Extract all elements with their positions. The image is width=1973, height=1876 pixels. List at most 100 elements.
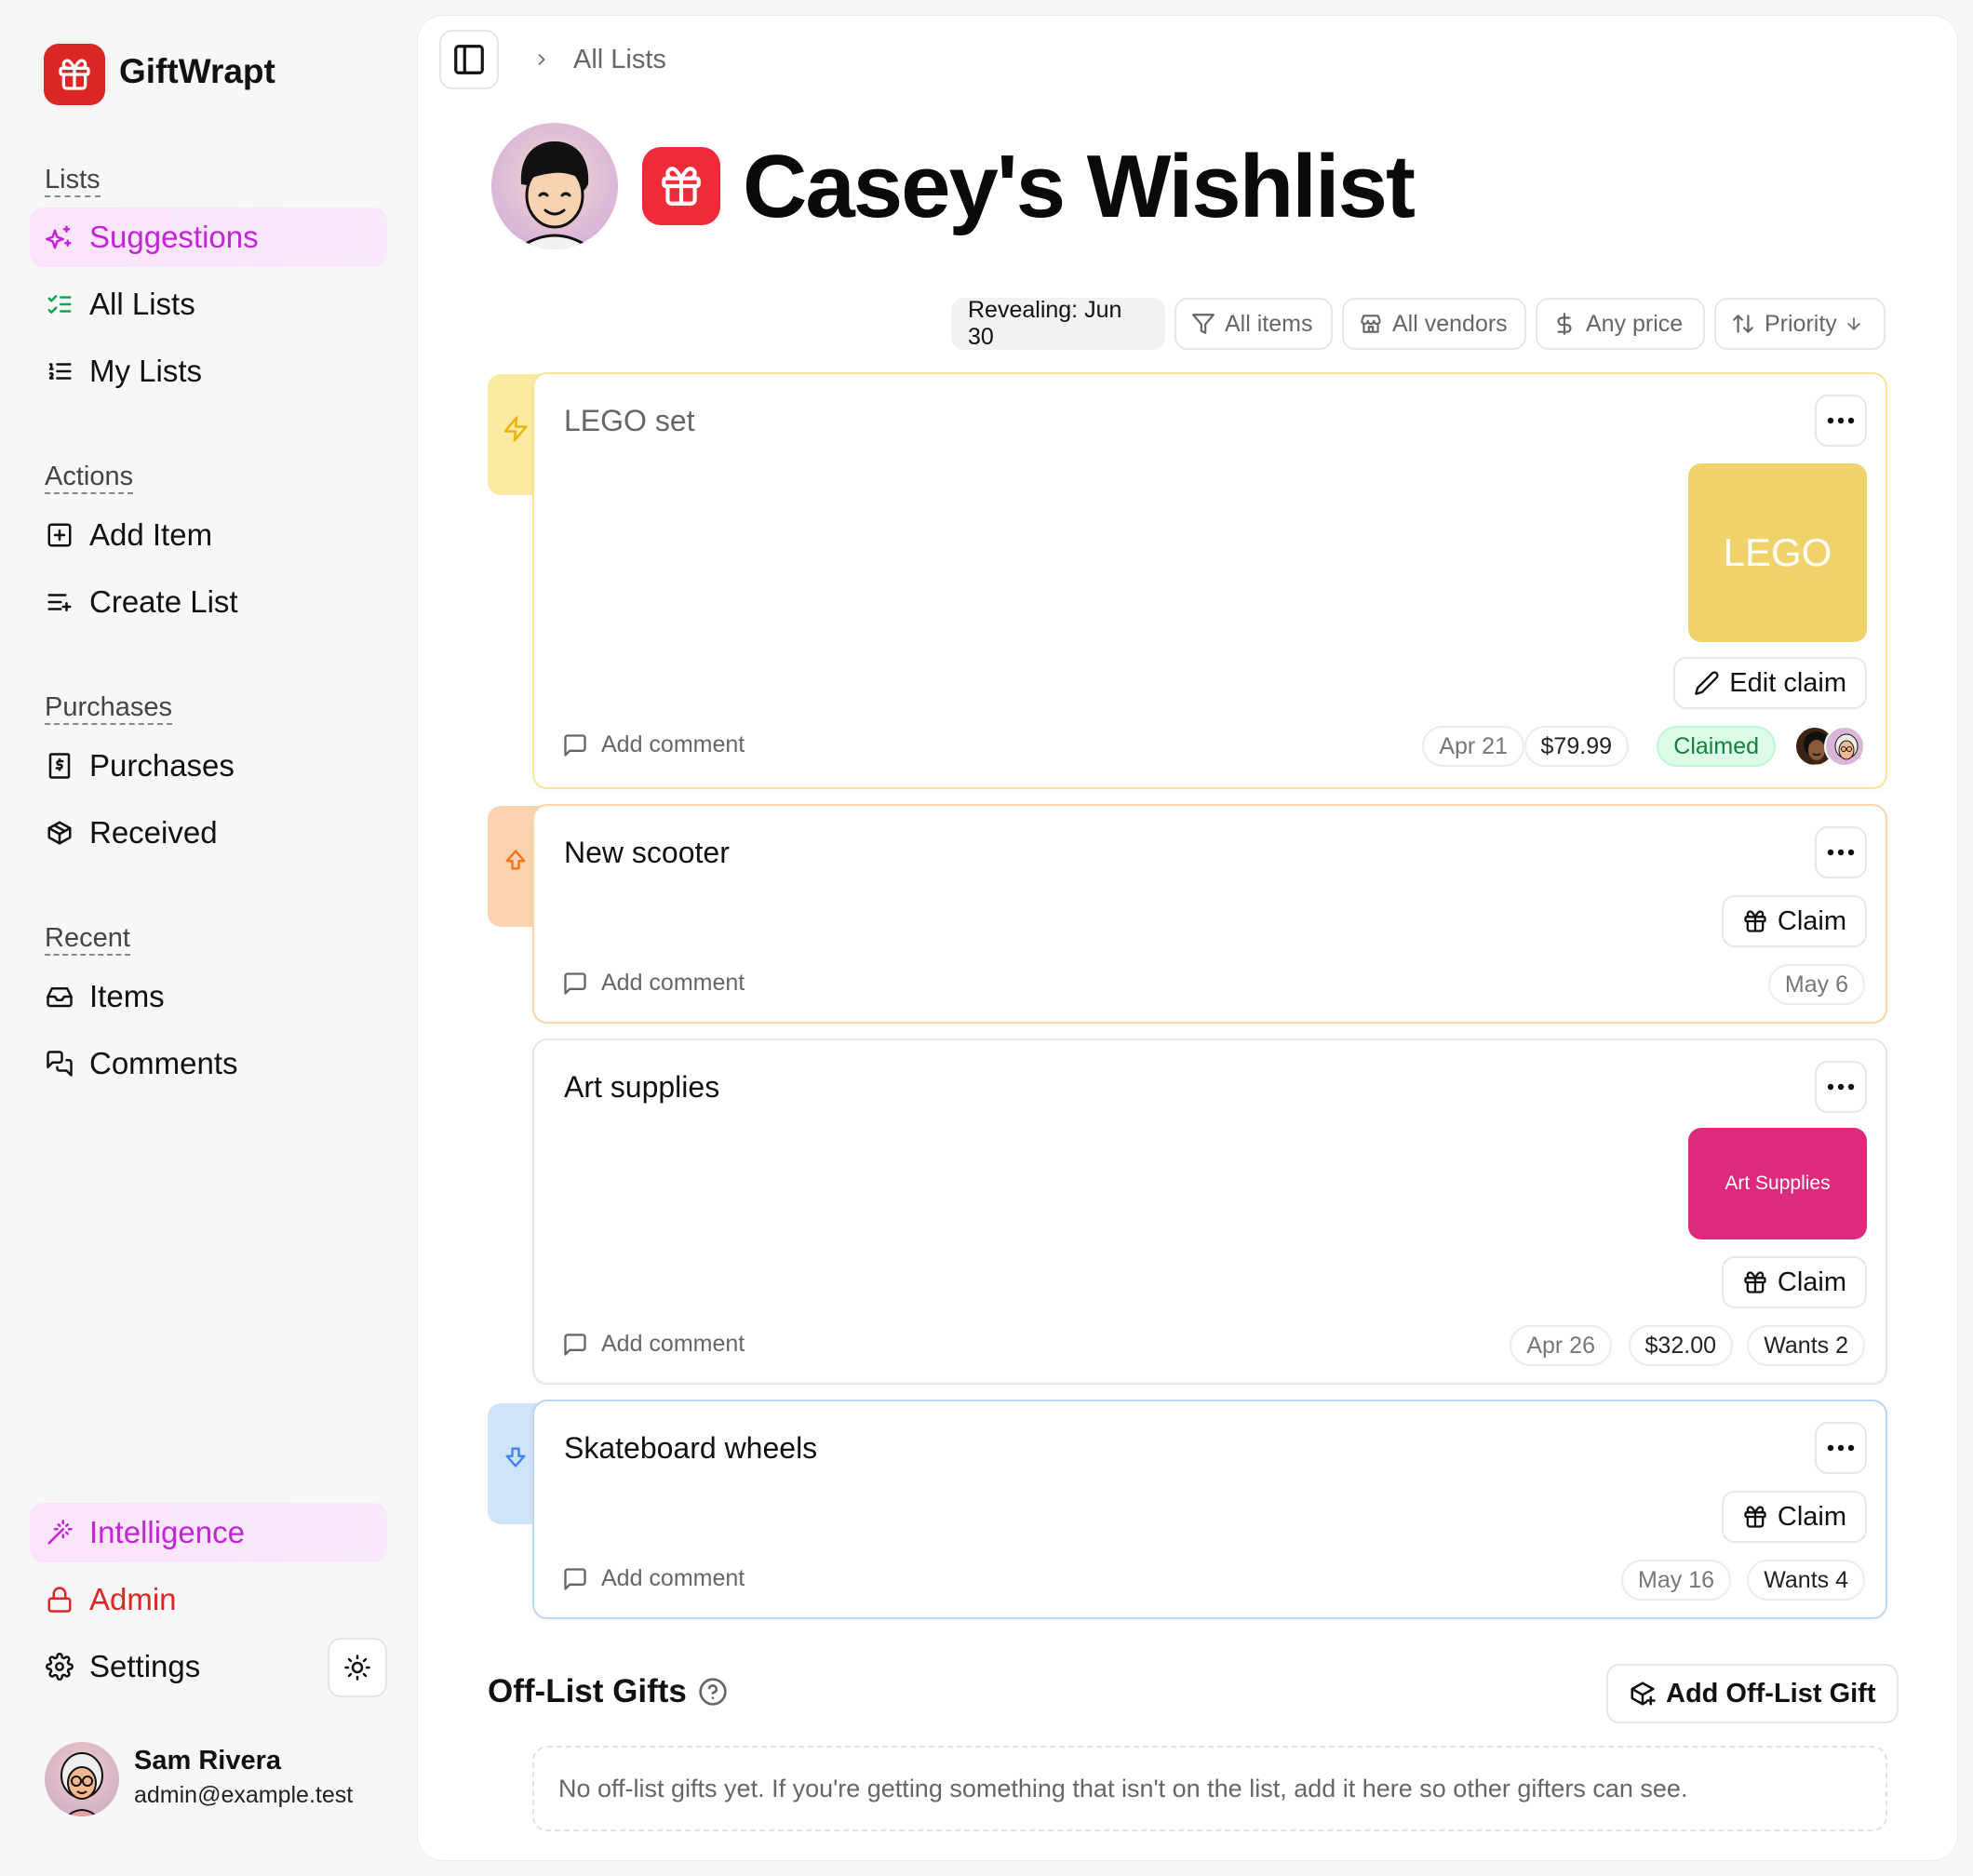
sidebar-item-label: Admin (89, 1582, 177, 1616)
store-icon (1359, 312, 1383, 336)
more-horizontal-icon (1827, 1444, 1855, 1452)
comment-icon (562, 1566, 588, 1592)
list-owner-avatar (491, 123, 618, 249)
more-options-button[interactable] (1815, 826, 1867, 878)
section-label-actions: Actions (45, 461, 134, 494)
filter-price-label: Any price (1586, 310, 1684, 337)
wishlist-item-card[interactable]: New scooter Claim Add comment May 6 (532, 804, 1887, 1024)
theme-toggle-button[interactable] (328, 1638, 387, 1697)
sidebar-item-admin[interactable]: Admin (30, 1570, 387, 1629)
package-icon (45, 818, 74, 848)
sidebar-item-intelligence[interactable]: Intelligence (30, 1503, 387, 1562)
sidebar-item-received[interactable]: Received (30, 803, 387, 863)
wishlist-item-card[interactable]: Art supplies Art Supplies Claim Add comm… (532, 1038, 1887, 1385)
sidebar-item-all-lists[interactable]: All Lists (30, 275, 387, 334)
add-comment-label: Add comment (601, 970, 745, 996)
sidebar-item-label: Intelligence (89, 1515, 245, 1549)
sidebar-item-label: Comments (89, 1046, 238, 1080)
item-title[interactable]: Skateboard wheels (564, 1431, 817, 1466)
app-name: GiftWrapt (119, 52, 275, 90)
more-horizontal-icon (1827, 1083, 1855, 1091)
sort-priority-button[interactable]: Priority (1714, 298, 1886, 350)
filter-items-button[interactable]: All items (1174, 298, 1333, 350)
filter-items-label: All items (1225, 310, 1313, 337)
item-thumbnail[interactable]: LEGO (1688, 463, 1867, 642)
sidebar-item-items[interactable]: Items (30, 967, 387, 1026)
edit-claim-label: Edit claim (1729, 667, 1846, 698)
breadcrumb[interactable]: All Lists (573, 45, 666, 75)
wishlist-item-card[interactable]: LEGO set LEGO Edit claim Add comment Apr… (532, 372, 1887, 789)
date-badge: May 16 (1621, 1560, 1731, 1601)
claim-button[interactable]: Claim (1721, 1256, 1867, 1308)
add-comment-label: Add comment (601, 731, 745, 757)
more-horizontal-icon (1827, 417, 1855, 424)
add-comment-button[interactable]: Add comment (562, 970, 745, 997)
zap-icon (503, 416, 528, 442)
edit-claim-button[interactable]: Edit claim (1673, 657, 1867, 709)
wants-badge: Wants 4 (1747, 1560, 1865, 1601)
revealing-date-badge[interactable]: Revealing: Jun 30 (951, 297, 1165, 350)
filter-price-button[interactable]: Any price (1536, 298, 1705, 350)
off-list-heading: Off-List Gifts (488, 1673, 728, 1710)
item-title[interactable]: Art supplies (564, 1070, 719, 1105)
sidebar-item-settings[interactable]: Settings (30, 1637, 309, 1696)
sidebar-toggle-button[interactable] (439, 30, 499, 89)
item-thumbnail[interactable]: Art Supplies (1688, 1128, 1867, 1240)
user-name: Sam Rivera (134, 1746, 281, 1776)
claim-button[interactable]: Claim (1721, 1491, 1867, 1543)
gift-icon (1742, 908, 1768, 934)
date-badge: May 6 (1767, 964, 1865, 1005)
sidebar-item-label: Add Item (89, 517, 213, 552)
square-plus-icon (45, 520, 74, 550)
item-title[interactable]: New scooter (564, 836, 730, 870)
help-circle-icon[interactable] (698, 1677, 728, 1707)
sidebar-item-purchases[interactable]: Purchases (30, 736, 387, 796)
add-comment-label: Add comment (601, 1331, 745, 1357)
filter-vendors-button[interactable]: All vendors (1342, 298, 1526, 350)
section-label-lists: Lists (45, 164, 101, 197)
more-options-button[interactable] (1815, 395, 1867, 447)
off-list-empty-text: No off-list gifts yet. If you're getting… (558, 1774, 1688, 1802)
sidebar-item-add-item[interactable]: Add Item (30, 505, 387, 565)
sidebar-item-my-lists[interactable]: My Lists (30, 342, 387, 401)
thumbnail-text: Art Supplies (1725, 1172, 1831, 1194)
app-logo[interactable] (44, 44, 105, 105)
sidebar-item-comments[interactable]: Comments (30, 1034, 387, 1093)
claimer-avatars (1794, 726, 1865, 767)
price-badge: $79.99 (1523, 726, 1629, 767)
list-plus-icon (45, 587, 74, 617)
add-off-list-gift-button[interactable]: Add Off-List Gift (1606, 1664, 1899, 1723)
filter-icon (1191, 312, 1215, 336)
more-options-button[interactable] (1815, 1422, 1867, 1474)
date-badge: Apr 21 (1422, 726, 1524, 767)
add-comment-button[interactable]: Add comment (562, 731, 745, 758)
sidebar-item-label: Create List (89, 584, 238, 619)
dollar-icon (1552, 312, 1577, 336)
sidebar-item-create-list[interactable]: Create List (30, 572, 387, 632)
gift-icon (59, 59, 90, 90)
pencil-icon (1694, 670, 1720, 696)
add-comment-label: Add comment (601, 1565, 745, 1591)
avatar[interactable] (45, 1742, 119, 1816)
gift-icon (1742, 1269, 1768, 1295)
claim-button[interactable]: Claim (1721, 895, 1867, 947)
more-options-button[interactable] (1815, 1061, 1867, 1113)
sidebar-item-label: Settings (89, 1649, 201, 1683)
panel-left-icon (454, 45, 484, 74)
add-comment-button[interactable]: Add comment (562, 1331, 745, 1358)
gift-icon (1742, 1504, 1768, 1530)
wand-icon (45, 1518, 74, 1548)
section-label-purchases: Purchases (45, 691, 173, 725)
list-ordered-icon (45, 356, 74, 386)
gift-icon (662, 167, 701, 206)
off-list-empty-state: No off-list gifts yet. If you're getting… (532, 1746, 1887, 1831)
sun-icon (344, 1655, 370, 1681)
thumbnail-text: LEGO (1723, 530, 1832, 574)
wishlist-item-card[interactable]: Skateboard wheels Claim Add comment May … (532, 1400, 1887, 1619)
add-off-list-gift-label: Add Off-List Gift (1666, 1678, 1876, 1708)
sidebar-item-suggestions[interactable]: Suggestions (30, 208, 387, 267)
item-title[interactable]: LEGO set (564, 404, 695, 438)
add-comment-button[interactable]: Add comment (562, 1565, 745, 1592)
sidebar-item-label: My Lists (89, 354, 203, 388)
page-title: Casey's Wishlist (743, 137, 1416, 236)
